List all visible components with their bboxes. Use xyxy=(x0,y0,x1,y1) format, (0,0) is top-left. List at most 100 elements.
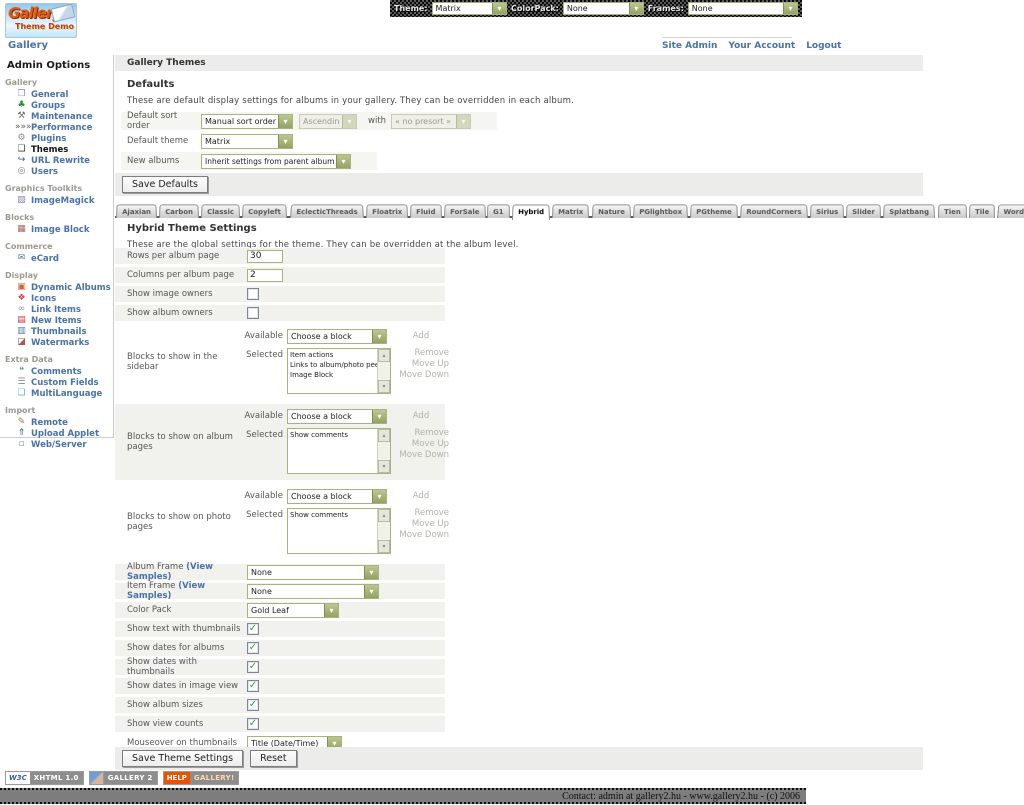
tab-tile[interactable]: Tile xyxy=(969,204,995,218)
tab-eclecticthreads[interactable]: EclecticThreads xyxy=(290,204,364,218)
your-account-link[interactable]: Your Account xyxy=(728,41,795,51)
sidebar-item-link-items[interactable]: ∞Link Items xyxy=(15,304,113,315)
frames-select[interactable]: None ▾ xyxy=(688,2,798,15)
sidebar-item-themes[interactable]: ❑Themes xyxy=(15,144,113,155)
tab-hybrid[interactable]: Hybrid xyxy=(512,205,550,220)
item-frame-select[interactable]: None▾ xyxy=(247,584,379,599)
sidebar-item-maintenance[interactable]: ⚒Maintenance xyxy=(15,111,113,122)
default-sort-order-select[interactable]: Manual sort order ▾ xyxy=(201,114,293,129)
scrollbar[interactable]: ▴▾ xyxy=(377,349,390,393)
show-album-sizes-checkbox[interactable]: ✓ xyxy=(247,699,259,711)
rows-per-album-page-input[interactable] xyxy=(247,250,283,263)
show-dates-with-thumbnails-checkbox[interactable]: ✓ xyxy=(247,661,259,673)
blocks-photo-pages-selected-listbox[interactable]: Show comments▴▾ xyxy=(287,508,391,554)
sidebar-item-groups[interactable]: ♣Groups xyxy=(15,100,113,111)
tab-carbon[interactable]: Carbon xyxy=(159,204,199,218)
scrollbar[interactable]: ▴▾ xyxy=(377,509,390,553)
tab-wordpressembedded[interactable]: WordpressEmbedded xyxy=(997,204,1024,218)
show-image-owners-checkbox[interactable] xyxy=(247,288,259,300)
scroll-track[interactable] xyxy=(378,522,390,540)
gallery-logo[interactable]: Gallery Theme Demo xyxy=(5,3,77,38)
tab-copyleft[interactable]: Copyleft xyxy=(242,204,287,218)
sidebar-item-web-server[interactable]: ▫Web/Server xyxy=(15,439,113,450)
tab-classic[interactable]: Classic xyxy=(201,204,240,218)
list-item[interactable]: Show comments xyxy=(290,510,377,520)
tab-floatrix[interactable]: Floatrix xyxy=(366,204,408,218)
list-item[interactable]: Image Block xyxy=(290,370,377,380)
move-down-action[interactable]: Move Down xyxy=(393,450,449,461)
tab-fluid[interactable]: Fluid xyxy=(410,204,442,218)
move-down-action[interactable]: Move Down xyxy=(393,370,449,381)
blocks-sidebar-available-select[interactable]: Choose a block▾ xyxy=(287,329,387,344)
remove-action[interactable]: Remove xyxy=(393,348,449,359)
move-up-action[interactable]: Move Up xyxy=(393,439,449,450)
sidebar-item-icons[interactable]: ❖Icons xyxy=(15,293,113,304)
theme-select[interactable]: Matrix ▾ xyxy=(432,2,507,15)
tab-roundcorners[interactable]: RoundCorners xyxy=(740,204,808,218)
scroll-up-icon[interactable]: ▴ xyxy=(378,349,390,362)
site-admin-link[interactable]: Site Admin xyxy=(662,41,717,51)
columns-per-album-page-input[interactable] xyxy=(247,269,283,282)
remove-action[interactable]: Remove xyxy=(393,508,449,519)
scroll-track[interactable] xyxy=(378,362,390,380)
sidebar-item-image-block[interactable]: ▦Image Block xyxy=(15,224,113,235)
tab-pglightbox[interactable]: PGlightbox xyxy=(633,204,688,218)
colorpack-select[interactable]: None ▾ xyxy=(563,2,644,15)
show-text-with-thumbnails-checkbox[interactable]: ✓ xyxy=(247,623,259,635)
add-action[interactable]: Add xyxy=(393,409,449,422)
tab-splatbang[interactable]: Splatbang xyxy=(883,204,935,218)
logout-link[interactable]: Logout xyxy=(806,41,841,51)
breadcrumb-gallery-link[interactable]: Gallery xyxy=(8,40,48,51)
sidebar-item-plugins[interactable]: ⚙Plugins xyxy=(15,133,113,144)
move-up-action[interactable]: Move Up xyxy=(393,359,449,370)
tab-ajaxian[interactable]: Ajaxian xyxy=(116,204,157,218)
album-frame-select[interactable]: None▾ xyxy=(247,565,379,580)
blocks-sidebar-selected-listbox[interactable]: Item actionsLinks to album/photo peersIm… xyxy=(287,348,391,394)
sidebar-item-url-rewrite[interactable]: ↪URL Rewrite xyxy=(15,155,113,166)
sidebar-item-performance[interactable]: »»»Performance xyxy=(15,122,113,133)
reset-button[interactable]: Reset xyxy=(250,750,297,767)
sidebar-item-remote[interactable]: ✎Remote xyxy=(15,417,113,428)
sidebar-item-multilanguage[interactable]: ❏MultiLanguage xyxy=(15,388,113,399)
scrollbar[interactable]: ▴▾ xyxy=(377,429,390,473)
gallery2-badge[interactable]: GALLERY 2 xyxy=(89,771,158,785)
tab-nature[interactable]: Nature xyxy=(592,204,631,218)
tab-forsale[interactable]: ForSale xyxy=(444,204,486,218)
scroll-down-icon[interactable]: ▾ xyxy=(378,540,390,553)
sidebar-item-comments[interactable]: ❝Comments xyxy=(15,366,113,377)
move-up-action[interactable]: Move Up xyxy=(393,519,449,530)
remove-action[interactable]: Remove xyxy=(393,428,449,439)
help-gallery-badge[interactable]: HELP GALLERY! xyxy=(163,771,240,785)
new-albums-select[interactable]: Inherit settings from parent album ▾ xyxy=(201,154,351,169)
move-down-action[interactable]: Move Down xyxy=(393,530,449,541)
list-item[interactable]: Links to album/photo peers xyxy=(290,360,377,370)
add-action[interactable]: Add xyxy=(393,489,449,502)
default-theme-select[interactable]: Matrix ▾ xyxy=(201,134,293,149)
scroll-up-icon[interactable]: ▴ xyxy=(378,429,390,442)
tab-slider[interactable]: Slider xyxy=(846,204,881,218)
tab-pgtheme[interactable]: PGtheme xyxy=(690,204,738,218)
sort-direction-select[interactable]: Ascending ▾ xyxy=(299,114,357,129)
add-action[interactable]: Add xyxy=(393,329,449,342)
scroll-track[interactable] xyxy=(378,442,390,460)
list-item[interactable]: Show comments xyxy=(290,430,377,440)
tab-sirius[interactable]: Sirius xyxy=(810,204,844,218)
sidebar-item-ecard[interactable]: ✉eCard xyxy=(15,253,113,264)
tab-g1[interactable]: G1 xyxy=(487,204,510,218)
save-theme-settings-button[interactable]: Save Theme Settings xyxy=(122,750,243,767)
show-view-counts-checkbox[interactable]: ✓ xyxy=(247,718,259,730)
save-defaults-button[interactable]: Save Defaults xyxy=(122,176,208,193)
scroll-down-icon[interactable]: ▾ xyxy=(378,380,390,393)
sidebar-item-imagemagick[interactable]: ▨ImageMagick xyxy=(15,195,113,206)
show-album-owners-checkbox[interactable] xyxy=(247,307,259,319)
blocks-photo-pages-available-select[interactable]: Choose a block▾ xyxy=(287,489,387,504)
sidebar-item-upload-applet[interactable]: ⇑Upload Applet xyxy=(15,428,113,439)
show-dates-in-image-view-checkbox[interactable]: ✓ xyxy=(247,680,259,692)
tab-tien[interactable]: Tien xyxy=(938,204,967,218)
sidebar-item-general[interactable]: ❐General xyxy=(15,89,113,100)
sidebar-item-watermarks[interactable]: ◪Watermarks xyxy=(15,337,113,348)
sidebar-item-custom-fields[interactable]: ☰Custom Fields xyxy=(15,377,113,388)
blocks-album-pages-available-select[interactable]: Choose a block▾ xyxy=(287,409,387,424)
scroll-up-icon[interactable]: ▴ xyxy=(378,509,390,522)
sidebar-item-users[interactable]: ◎Users xyxy=(15,166,113,177)
